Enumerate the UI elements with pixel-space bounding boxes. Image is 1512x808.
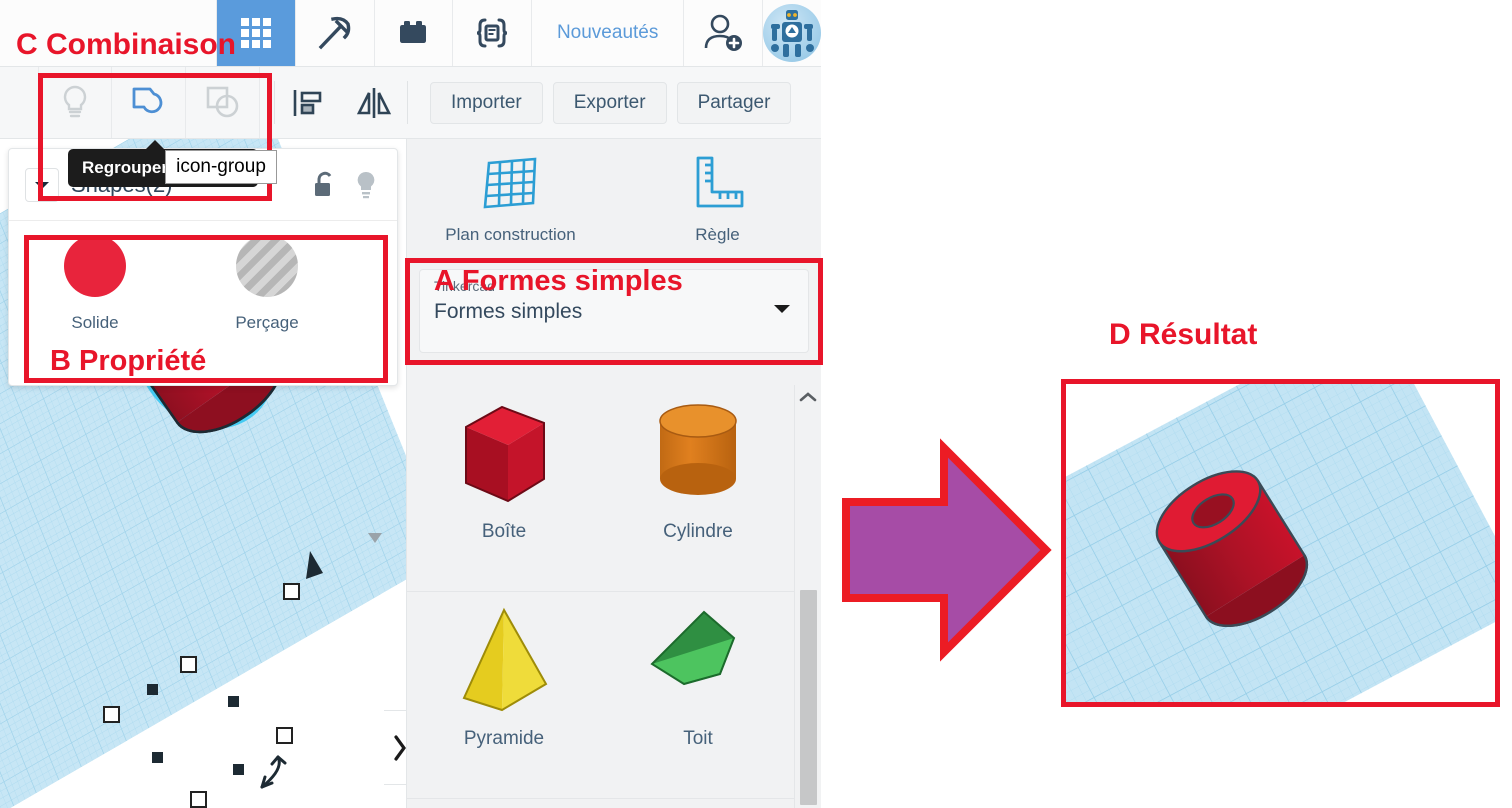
icon-group-overlay-label: icon-group	[165, 150, 277, 184]
panel-collapse-button[interactable]	[384, 710, 406, 785]
tab-bricks[interactable]	[374, 0, 454, 66]
tab-codeblocks[interactable]	[453, 0, 532, 66]
annotation-label-a: A Formes simples	[434, 265, 683, 297]
tool-light-button[interactable]	[38, 67, 112, 138]
shape-label-toit: Toit	[683, 728, 713, 749]
add-user-button[interactable]	[684, 0, 764, 66]
tab-minecraft[interactable]	[295, 0, 375, 66]
shape-row: Pyramide Toit	[407, 592, 795, 799]
scroll-up-button[interactable]	[795, 385, 821, 409]
unlock-icon	[315, 171, 332, 196]
shape-panel-scrollbar[interactable]	[794, 385, 821, 808]
shape-library-panel: Plan construction Règle Tinkercad Formes…	[406, 139, 821, 808]
workplane-tool[interactable]: Plan construction	[407, 153, 614, 245]
robot-avatar-icon	[763, 4, 821, 62]
ruler-tool[interactable]: Règle	[614, 153, 821, 245]
property-label-percage: Perçage	[235, 313, 299, 332]
transition-arrow	[838, 438, 1054, 662]
workplane-icon	[483, 157, 536, 209]
shape-item-pyramide[interactable]: Pyramide	[407, 592, 601, 798]
chevron-down-icon	[35, 181, 49, 189]
panel-tools-row: Plan construction Règle	[407, 139, 821, 259]
nav-news-link[interactable]: Nouveautés	[531, 0, 685, 66]
edit-toolbar: Importer Exporter Partager	[0, 67, 821, 139]
cube-icon	[465, 405, 545, 503]
shape-item-toit[interactable]: Toit	[601, 592, 795, 798]
roof-icon	[650, 610, 736, 686]
shape-label-pyramide: Pyramide	[463, 728, 545, 749]
shape-item-boite[interactable]: Boîte	[407, 385, 601, 591]
pyramid-icon	[462, 607, 548, 712]
chevron-right-icon	[393, 734, 406, 761]
property-percage[interactable]: Perçage	[181, 235, 353, 333]
property-solide[interactable]: Solide	[9, 235, 181, 333]
import-button[interactable]: Importer	[430, 81, 543, 124]
screenshot-root: Nouveautés Importer Exporter Partager Pl…	[0, 0, 1512, 808]
mirror-icon	[356, 87, 392, 118]
cylinder-icon	[659, 404, 737, 495]
inspector-collapse-button[interactable]	[25, 167, 59, 202]
tool-ungroup-button[interactable]	[186, 67, 260, 138]
tool-group-button[interactable]	[112, 67, 186, 138]
solid-swatch-icon	[64, 235, 126, 297]
codeblocks-icon	[477, 18, 508, 48]
user-avatar-button[interactable]	[763, 0, 821, 66]
shape-label-boite: Boîte	[481, 521, 527, 542]
chevron-up-icon	[799, 392, 817, 402]
lightbulb-icon	[357, 171, 375, 198]
align-icon	[293, 89, 322, 116]
shape-grid: Boîte Cylindre Pyramide Toit	[407, 385, 795, 808]
share-button[interactable]: Partager	[676, 81, 792, 124]
brick-icon	[400, 21, 427, 43]
annotation-label-d: D Résultat	[1109, 318, 1258, 351]
result-3d-scene	[1066, 384, 1495, 702]
lightbulb-icon	[63, 85, 87, 117]
grid-icon	[241, 18, 272, 48]
toolbar-button-group: Importer Exporter Partager	[430, 67, 792, 138]
group-icon	[132, 87, 162, 113]
align-button[interactable]	[275, 67, 341, 138]
dropdown-value: Formes simples	[434, 300, 583, 323]
annotation-label-c: C Combinaison	[16, 28, 237, 61]
light-toggle-button[interactable]	[351, 169, 381, 201]
rotate-handle-icon	[260, 755, 287, 789]
result-viewport	[1061, 379, 1500, 707]
tinkercad-app-window: Nouveautés Importer Exporter Partager Pl…	[0, 0, 821, 808]
lock-toggle-button[interactable]	[309, 170, 339, 200]
mirror-button[interactable]	[341, 67, 407, 138]
ungroup-icon	[206, 86, 238, 117]
workplane-tool-label: Plan construction	[445, 225, 576, 244]
ruler-icon	[696, 156, 743, 208]
right-arrow-icon	[842, 438, 1052, 662]
caret-down-icon	[772, 302, 792, 320]
export-button[interactable]: Exporter	[552, 81, 667, 124]
add-user-icon	[704, 14, 743, 51]
shape-item-cylindre[interactable]: Cylindre	[601, 385, 795, 591]
shape-label-cylindre: Cylindre	[663, 521, 733, 542]
property-label-solide: Solide	[71, 313, 119, 332]
annotation-label-b: B Propriété	[50, 345, 207, 377]
pickaxe-icon	[318, 16, 351, 50]
hole-swatch-icon	[236, 235, 298, 297]
ruler-tool-label: Règle	[695, 225, 740, 244]
shape-row: Boîte Cylindre	[407, 385, 795, 592]
scrollbar-thumb[interactable]	[800, 590, 817, 805]
